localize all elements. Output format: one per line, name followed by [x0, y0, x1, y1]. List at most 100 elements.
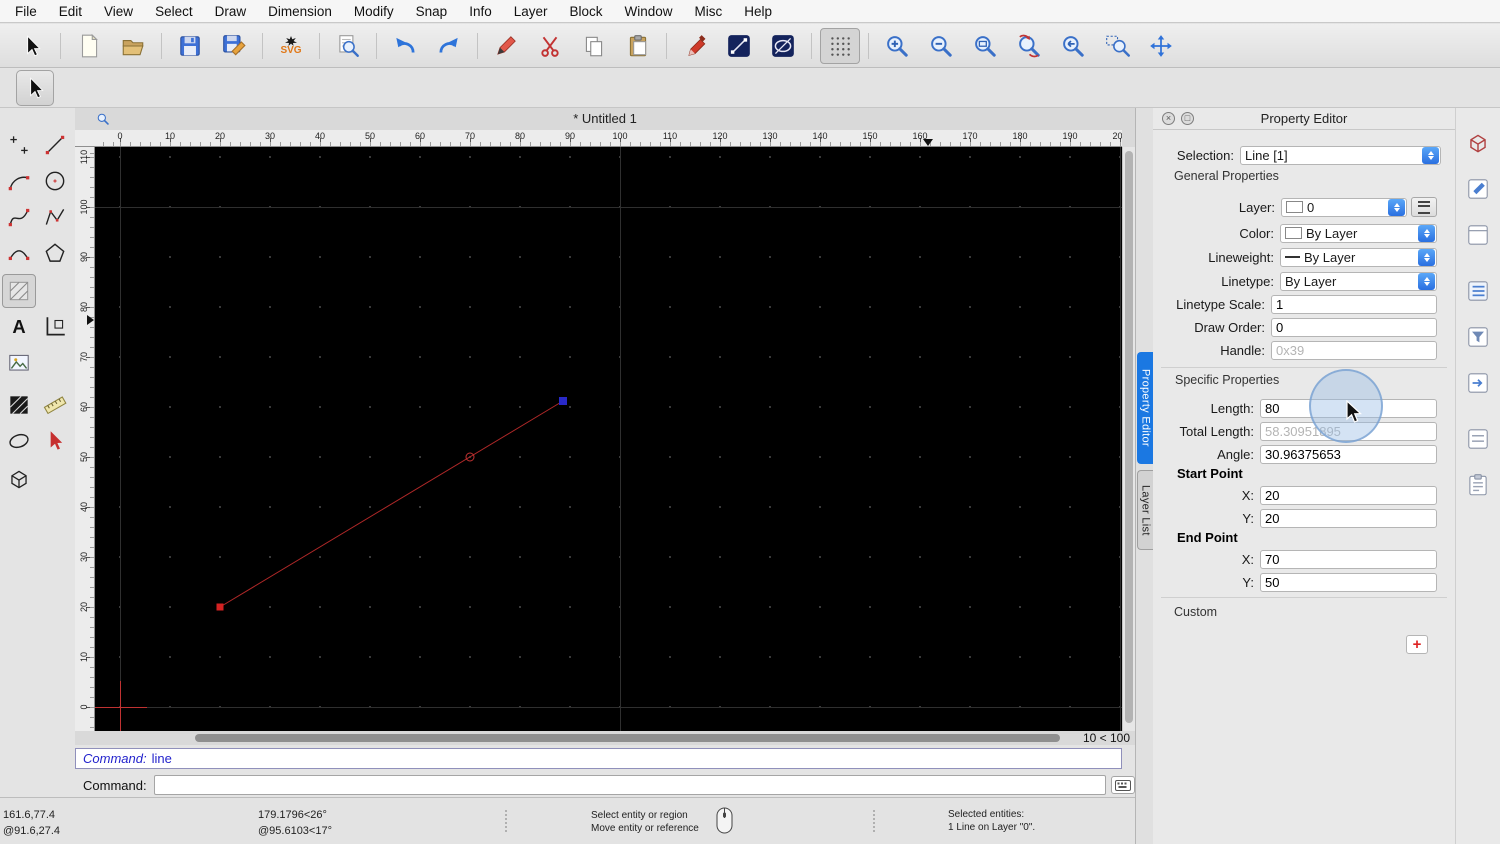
- draw-line-tool-button[interactable]: [719, 28, 759, 64]
- command-keyboard-button[interactable]: [1111, 776, 1135, 794]
- linetype-scale-input[interactable]: [1271, 294, 1437, 314]
- stepper-icon: [1418, 224, 1435, 242]
- window-zoom-icon[interactable]: [96, 112, 110, 126]
- arc-tool-button[interactable]: [2, 164, 36, 198]
- dock-panel-button-5[interactable]: [1462, 322, 1494, 352]
- zoom-previous-icon: [1060, 33, 1086, 59]
- end-x-input[interactable]: [1260, 549, 1437, 569]
- hruler-label: 100: [612, 131, 628, 141]
- menu-item-file[interactable]: File: [4, 4, 48, 19]
- length-input[interactable]: [1260, 398, 1437, 418]
- horizontal-scrollbar-thumb[interactable]: [195, 734, 1060, 742]
- hatch-solid-tool-button[interactable]: [2, 388, 36, 422]
- zoom-previous-button[interactable]: [1053, 28, 1093, 64]
- circle-tool-button[interactable]: [38, 164, 72, 198]
- dock-panel-button-2[interactable]: [1462, 174, 1494, 204]
- panel-close-icon[interactable]: ×: [1162, 112, 1175, 125]
- dock-panel-button-7[interactable]: [1462, 424, 1494, 454]
- selection-select[interactable]: Line [1]: [1240, 145, 1441, 165]
- dock-panel-button-3[interactable]: [1462, 220, 1494, 250]
- open-file-button[interactable]: [113, 28, 153, 64]
- vertical-scrollbar-thumb[interactable]: [1125, 151, 1133, 723]
- vruler-label: 0: [79, 704, 89, 710]
- zoom-auto-button[interactable]: [965, 28, 1005, 64]
- zoom-window-button[interactable]: [1097, 28, 1137, 64]
- active-tool-pointer-button[interactable]: [16, 70, 54, 106]
- menu-item-modify[interactable]: Modify: [343, 4, 405, 19]
- ellipse-tool-button[interactable]: [2, 424, 36, 458]
- menu-item-info[interactable]: Info: [458, 4, 503, 19]
- measure-tool-button[interactable]: [38, 388, 72, 422]
- color-select[interactable]: By Layer: [1280, 223, 1437, 243]
- zoom-out-button[interactable]: [921, 28, 961, 64]
- save-button[interactable]: [170, 28, 210, 64]
- angle-input[interactable]: [1260, 444, 1437, 464]
- polygon-tool-button[interactable]: [38, 236, 72, 270]
- vertical-scrollbar[interactable]: [1122, 147, 1135, 731]
- line-tool-button[interactable]: [38, 128, 72, 162]
- linetype-select[interactable]: By Layer: [1280, 271, 1437, 291]
- menu-item-dimension[interactable]: Dimension: [257, 4, 343, 19]
- zoom-redraw-button[interactable]: [1009, 28, 1049, 64]
- dimension-tool-button[interactable]: [38, 310, 72, 344]
- save-as-button[interactable]: [214, 28, 254, 64]
- zoom-in-button[interactable]: [877, 28, 917, 64]
- spline-tool-button[interactable]: [2, 200, 36, 234]
- dock-panel-button-1[interactable]: [1462, 128, 1494, 158]
- start-y-input[interactable]: [1260, 508, 1437, 528]
- dock-panel-button-8[interactable]: [1462, 470, 1494, 500]
- curve-tool-button[interactable]: [2, 236, 36, 270]
- print-preview-button[interactable]: [328, 28, 368, 64]
- tab-layer-list[interactable]: Layer List: [1137, 470, 1153, 550]
- selection-pointer-button[interactable]: [12, 28, 52, 64]
- menu-item-layer[interactable]: Layer: [503, 4, 559, 19]
- grid-toggle-button[interactable]: [820, 27, 860, 64]
- dock-panel-button-4[interactable]: [1462, 276, 1494, 306]
- polyline-tool-button[interactable]: [38, 200, 72, 234]
- panel-float-icon[interactable]: □: [1181, 112, 1194, 125]
- new-document-button[interactable]: [69, 28, 109, 64]
- menu-item-window[interactable]: Window: [614, 4, 684, 19]
- horizontal-scrollbar[interactable]: 10 < 100: [75, 731, 1135, 745]
- draw-order-input[interactable]: [1271, 317, 1437, 337]
- draw-ellipse-tool-button[interactable]: [763, 28, 803, 64]
- start-y-label: Y:: [1242, 510, 1254, 526]
- menu-item-edit[interactable]: Edit: [48, 4, 93, 19]
- cut-button[interactable]: [530, 28, 570, 64]
- image-tool-button[interactable]: [2, 346, 36, 380]
- hatch-tool-button[interactable]: [2, 274, 36, 308]
- copy-button[interactable]: [574, 28, 614, 64]
- start-point-handle[interactable]: [216, 603, 224, 611]
- box3d-tool-button[interactable]: [2, 462, 36, 496]
- zoom-pan-button[interactable]: [1141, 28, 1181, 64]
- tab-property-editor[interactable]: Property Editor: [1137, 352, 1153, 464]
- dock-panel-button-6[interactable]: [1462, 368, 1494, 398]
- layer-select[interactable]: 0: [1281, 197, 1407, 217]
- highlight-pen-button[interactable]: [675, 28, 715, 64]
- menu-item-select[interactable]: Select: [144, 4, 204, 19]
- layer-menu-button[interactable]: [1411, 197, 1437, 217]
- text-tool-button[interactable]: A: [2, 310, 36, 344]
- layer-row: Layer: 0: [1153, 197, 1437, 217]
- drawing-canvas[interactable]: [95, 147, 1122, 731]
- draw-pen-button[interactable]: [486, 28, 526, 64]
- export-svg-button[interactable]: SVG: [271, 28, 311, 64]
- end-point-handle[interactable]: [559, 397, 567, 405]
- redo-button[interactable]: [429, 28, 469, 64]
- add-custom-property-button[interactable]: +: [1406, 635, 1428, 654]
- menu-item-block[interactable]: Block: [559, 4, 614, 19]
- menu-item-misc[interactable]: Misc: [684, 4, 734, 19]
- menu-item-help[interactable]: Help: [733, 4, 783, 19]
- undo-button[interactable]: [385, 28, 425, 64]
- toolbar-separator: [319, 32, 320, 59]
- points-tool-button[interactable]: [2, 128, 36, 162]
- menu-item-view[interactable]: View: [93, 4, 144, 19]
- modify-tool-button[interactable]: [38, 424, 72, 458]
- command-input[interactable]: [153, 775, 1107, 795]
- lineweight-select[interactable]: By Layer: [1280, 247, 1437, 267]
- paste-button[interactable]: [618, 28, 658, 64]
- end-y-input[interactable]: [1260, 572, 1437, 592]
- start-x-input[interactable]: [1260, 485, 1437, 505]
- menu-item-snap[interactable]: Snap: [405, 4, 459, 19]
- menu-item-draw[interactable]: Draw: [204, 4, 258, 19]
